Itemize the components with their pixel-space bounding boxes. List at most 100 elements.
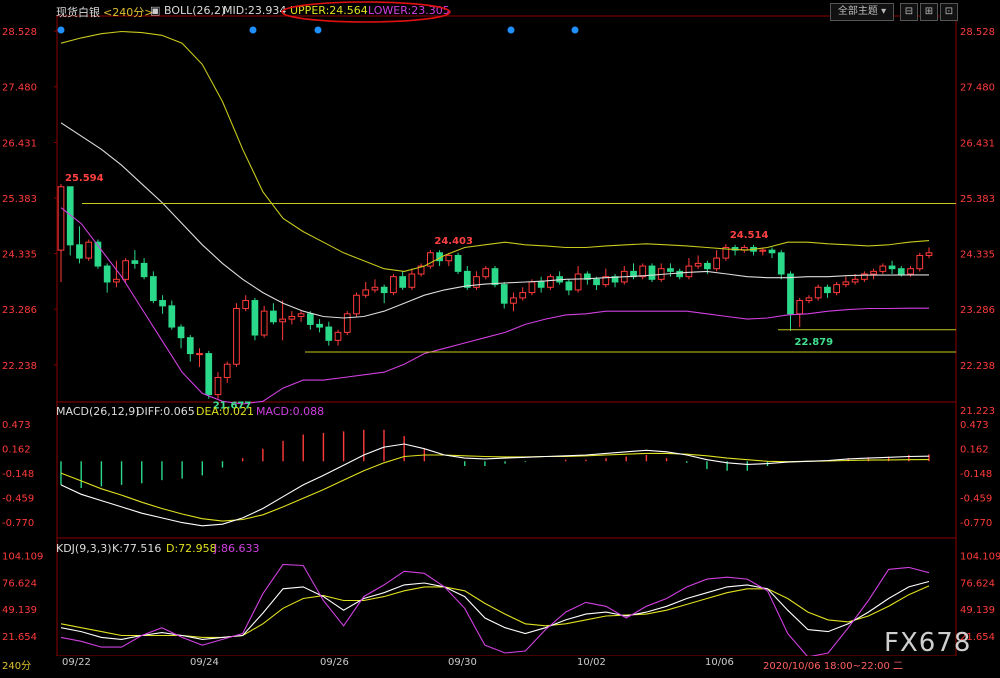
candle-body: [796, 300, 804, 315]
candle-body: [814, 286, 822, 299]
period-selector[interactable]: <240分>: [103, 4, 153, 20]
event-marker-icon: [314, 26, 322, 34]
macd-hist-value: MACD:0.088: [256, 405, 325, 418]
price-annotation: 24.514: [730, 230, 769, 241]
kdj-tick-label: 104.109: [2, 552, 43, 563]
candle-body: [777, 252, 785, 275]
candle-body: [805, 297, 813, 302]
macd-title: MACD(26,12,9): [56, 405, 140, 418]
price-tick-label: 27.480: [2, 83, 37, 94]
macd-tick-label: -0.148: [960, 469, 992, 480]
candle-body: [159, 300, 166, 307]
zoom-out-icon[interactable]: ⊟: [900, 3, 918, 21]
date-label: 09/26: [320, 657, 349, 668]
bottom-period-label: 240分: [2, 661, 32, 672]
macd-top-value: 21.223: [960, 406, 995, 417]
candle-body: [907, 268, 914, 275]
macd-tick-label: 0.162: [2, 445, 31, 456]
kdj-tick-label: 76.624: [960, 578, 995, 589]
macd-diff-value: DIFF:0.065: [136, 405, 195, 418]
candle-body: [408, 273, 416, 288]
candle-body: [270, 310, 277, 323]
candle-body: [76, 244, 83, 259]
price-tick-label: 25.383: [960, 194, 995, 205]
candle-body: [685, 265, 693, 278]
candle-body: [131, 260, 139, 264]
candle-body: [380, 286, 388, 294]
price-tick-label: 23.286: [960, 305, 995, 316]
date-label: 09/22: [62, 657, 91, 668]
candle-body: [759, 249, 767, 252]
candle-body: [704, 262, 711, 270]
kdj-k-value: K:77.516: [112, 542, 162, 555]
candle-body: [362, 289, 370, 296]
candle-body: [371, 286, 379, 291]
candle-body: [113, 278, 120, 283]
indicator-settings-icon[interactable]: ▣: [150, 4, 160, 17]
macd-tick-label: 0.473: [960, 420, 989, 431]
candle-body: [288, 315, 296, 320]
date-label: 10/02: [577, 657, 606, 668]
boll-mid-value: MID:23.934: [223, 4, 287, 17]
candle-body: [260, 310, 268, 336]
candle-body: [833, 284, 841, 294]
kdj-tick-label: 49.139: [2, 605, 37, 616]
candle-body: [149, 276, 157, 302]
kdj-d-line: [60, 585, 930, 638]
theme-dropdown[interactable]: 全部主题 ▾: [830, 3, 894, 21]
candle-body: [694, 262, 702, 267]
candle-body: [593, 278, 600, 286]
candle-body: [353, 294, 360, 315]
candle-body: [888, 265, 896, 270]
candle-body: [316, 323, 323, 328]
price-annotation: 24.403: [434, 236, 473, 247]
candle-body: [445, 254, 453, 262]
date-label: 10/06: [705, 657, 734, 668]
candle-body: [500, 284, 508, 304]
candle-body: [196, 353, 203, 356]
event-marker-icon: [507, 26, 515, 34]
candle-body: [297, 313, 305, 317]
kdj-panel-frame: [56, 537, 957, 657]
restore-icon[interactable]: ⊞: [920, 3, 938, 21]
event-marker-icon: [57, 26, 65, 34]
candle-body: [842, 281, 850, 286]
kdj-tick-label: 104.109: [960, 552, 1000, 563]
candle-body: [925, 252, 933, 256]
candle-body: [251, 300, 259, 336]
candle-body: [851, 278, 859, 283]
price-tick-label: 22.238: [960, 361, 995, 372]
kdj-d-value: D:72.958: [166, 542, 217, 555]
highlight-ellipse: [281, 1, 451, 23]
kdj-title: KDJ(9,3,3): [56, 542, 112, 555]
candle-body: [565, 281, 573, 291]
candle-body: [824, 286, 831, 294]
candle-body: [233, 308, 240, 365]
price-tick-label: 23.286: [2, 305, 37, 316]
macd-panel-frame: [56, 401, 957, 539]
macd-tick-label: -0.459: [2, 493, 34, 504]
maximize-icon[interactable]: ⊡: [940, 3, 958, 21]
candle-body: [140, 262, 148, 278]
candle-body: [454, 254, 462, 272]
candle-body: [667, 268, 674, 272]
boll-indicator-label: BOLL(26,2): [164, 4, 226, 17]
candle-body: [676, 270, 684, 278]
candle-body: [242, 300, 250, 309]
macd-tick-label: 0.162: [960, 445, 989, 456]
candle-body: [343, 313, 351, 333]
candle-body: [547, 276, 554, 288]
price-annotation: 25.594: [65, 173, 104, 184]
candle-body: [399, 276, 407, 288]
candle-body: [491, 268, 499, 286]
candle-body: [870, 270, 877, 275]
chart-window: 28.528 28.528 27.480 27.480 26.431 26.431 25.3…: [0, 0, 1000, 678]
chart-canvas[interactable]: 28.528 28.528 27.480 27.480 26.431 26.431 25.3…: [0, 0, 1000, 678]
candle-body: [519, 292, 527, 299]
candle-body: [223, 363, 231, 378]
event-marker-icon: [249, 26, 257, 34]
candle-body: [648, 265, 656, 280]
candle-body: [168, 305, 176, 328]
price-annotation: 22.879: [794, 337, 833, 348]
candle-body: [334, 331, 342, 341]
